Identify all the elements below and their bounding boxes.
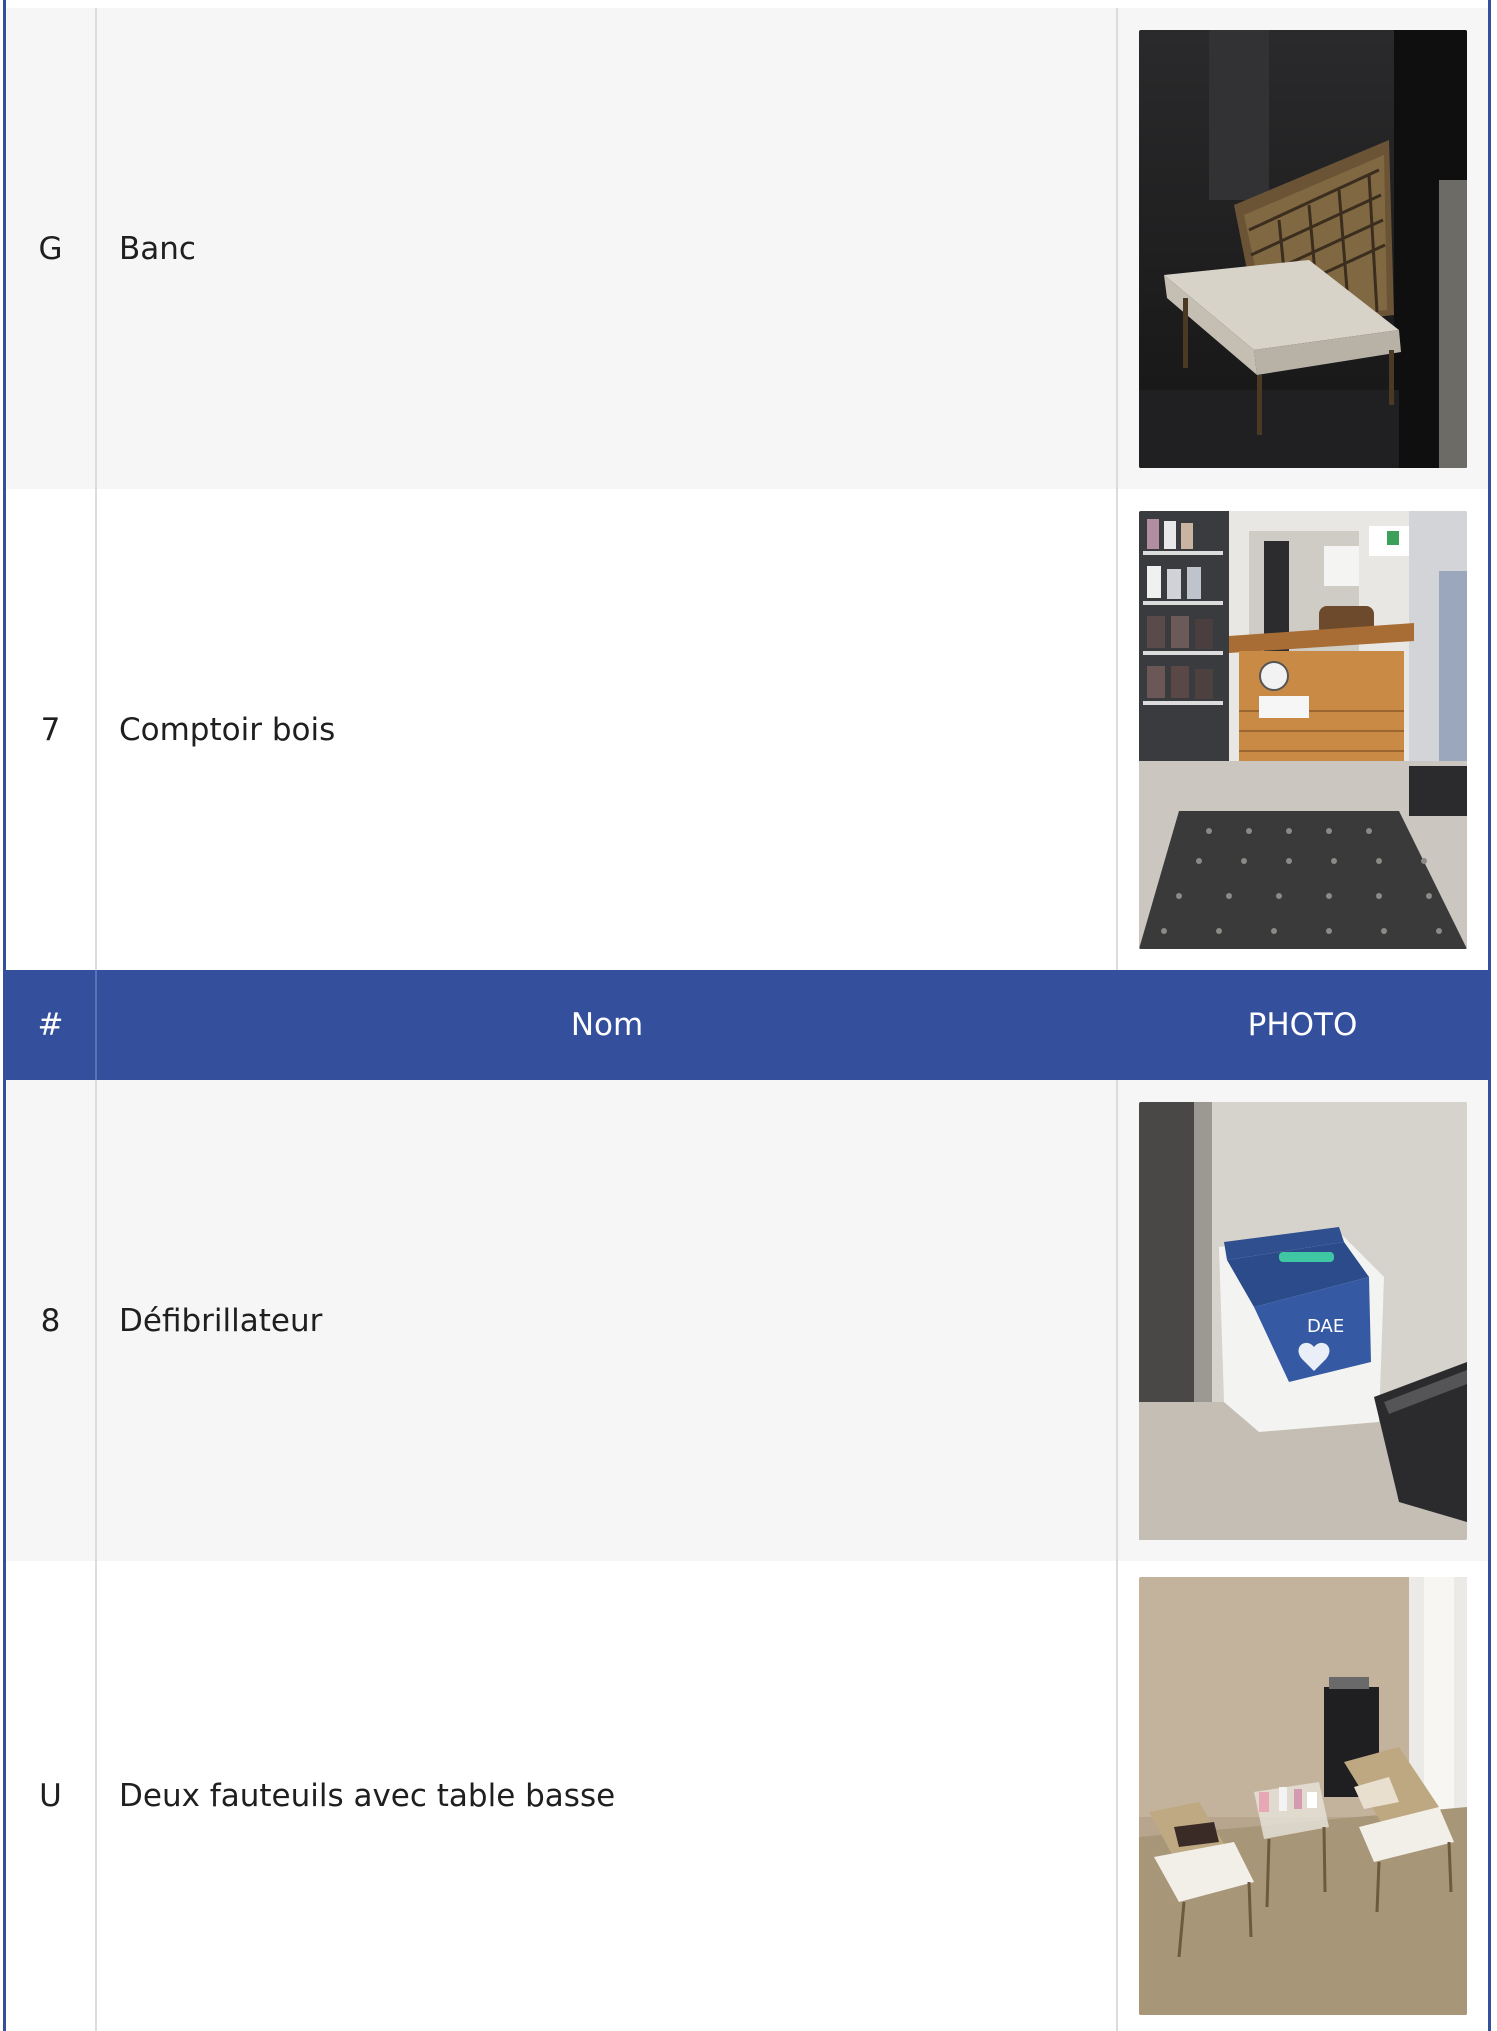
- table-row: 7 Comptoir bois: [6, 489, 1488, 970]
- table-row: G Banc: [6, 8, 1488, 489]
- header-photo: PHOTO: [1117, 970, 1488, 1080]
- table-row: U Deux fauteuils avec table basse: [6, 1561, 1488, 2031]
- header-number: #: [6, 970, 97, 1080]
- table-frame-right: [1488, 0, 1491, 2031]
- row-photo-cell: [1117, 1561, 1488, 2031]
- equipment-table: G Banc 7 Comptoir bois # Nom PHOTO 8 Déf…: [6, 8, 1488, 2031]
- dae-label: DAE: [1307, 1316, 1344, 1337]
- row-number: 8: [6, 1080, 97, 1561]
- row-name: Deux fauteuils avec table basse: [96, 1561, 1118, 2031]
- table-header-row: # Nom PHOTO: [6, 970, 1488, 1080]
- row-number: G: [6, 8, 97, 489]
- row-number: 7: [6, 489, 97, 970]
- row-number: U: [6, 1561, 97, 2031]
- bench-photo: [1139, 29, 1467, 468]
- row-name: Comptoir bois: [96, 489, 1118, 970]
- row-photo-cell: [1117, 489, 1488, 970]
- header-name: Nom: [96, 970, 1117, 1080]
- row-name: Défibrillateur: [96, 1080, 1118, 1561]
- row-photo-cell: DAE: [1117, 1080, 1488, 1561]
- document-page: G Banc 7 Comptoir bois # Nom PHOTO 8 Déf…: [0, 0, 1497, 2031]
- armchairs-photo: [1139, 1577, 1467, 2015]
- wooden-counter-photo: [1139, 510, 1467, 949]
- defibrillator-photo: DAE: [1139, 1101, 1467, 1540]
- table-row: 8 Défibrillateur DAE: [6, 1080, 1488, 1561]
- row-name: Banc: [96, 8, 1118, 489]
- row-photo-cell: [1117, 8, 1488, 489]
